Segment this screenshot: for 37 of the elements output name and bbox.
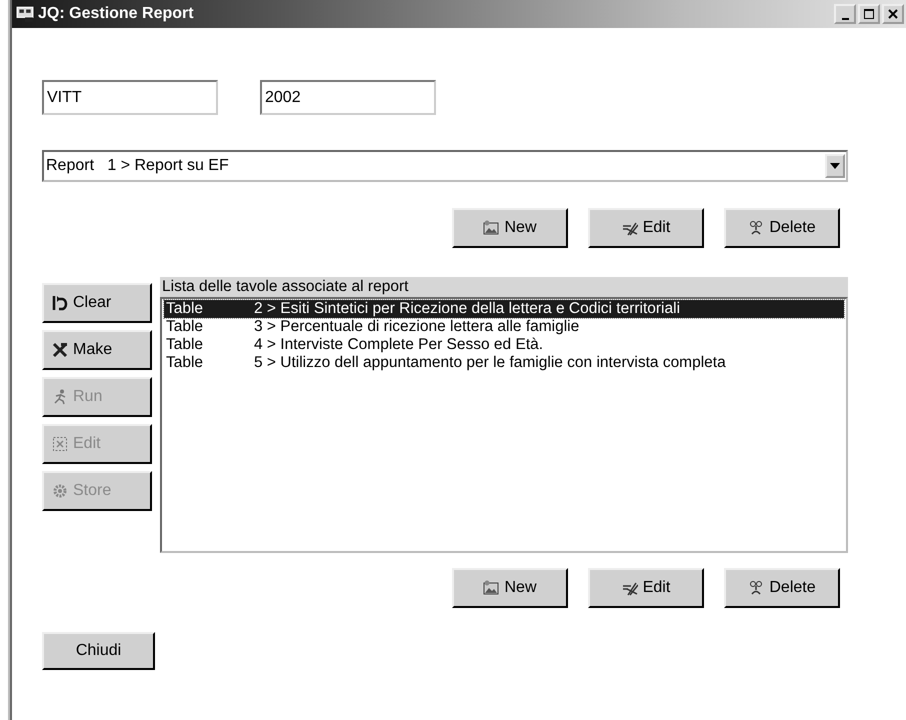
make-button[interactable]: Make [42,330,152,370]
delete-button[interactable]: Delete [724,568,840,608]
table-list[interactable] [160,297,848,553]
pencil-icon [622,580,638,596]
edit-button[interactable]: Edit [588,568,704,608]
runner-icon [52,389,68,405]
image-icon [483,580,500,596]
tools-icon [52,342,68,358]
undo-icon [52,295,68,311]
report-dropdown[interactable]: Report 1 > Report su EF [42,150,848,182]
delete-button[interactable]: Delete [724,208,840,248]
app-icon [16,5,34,23]
new-button[interactable]: New [452,208,568,248]
minimize-icon [842,18,848,20]
window-title: JQ: Gestione Report [38,5,195,23]
gear-icon [52,483,68,499]
image-icon [483,220,500,236]
close-button[interactable] [882,4,904,24]
pencil-icon [622,220,638,236]
input-field[interactable]: VITT [42,80,218,115]
close-icon [886,7,900,21]
face-icon [748,220,764,236]
maximize-icon [862,7,876,21]
minimize-button[interactable] [834,4,856,24]
list-item[interactable]: Table 2 > Esiti Sintetici per Ricezione della lettera e Codici territoriali [164,300,844,318]
new-button[interactable]: New [452,568,568,608]
selection-icon [52,436,68,452]
list-item[interactable]: Table 5 > Utilizzo dell appuntamento per le famiglie con intervista completa [164,354,844,372]
list-caption: Lista delle tavole associate al report [160,277,848,297]
face-icon [748,580,764,596]
maximize-button[interactable] [858,4,880,24]
list-item[interactable]: Table 3 > Percentuale di ricezione lettera alle famiglie [164,318,844,336]
clear-button[interactable]: Clear [42,283,152,323]
edit-button[interactable]: Edit [588,208,704,248]
list-item[interactable]: Table 4 > Interviste Complete Per Sesso ed Età. [164,336,844,354]
input-field[interactable]: 2002 [260,80,436,115]
close-button[interactable]: Chiudi [42,632,155,670]
